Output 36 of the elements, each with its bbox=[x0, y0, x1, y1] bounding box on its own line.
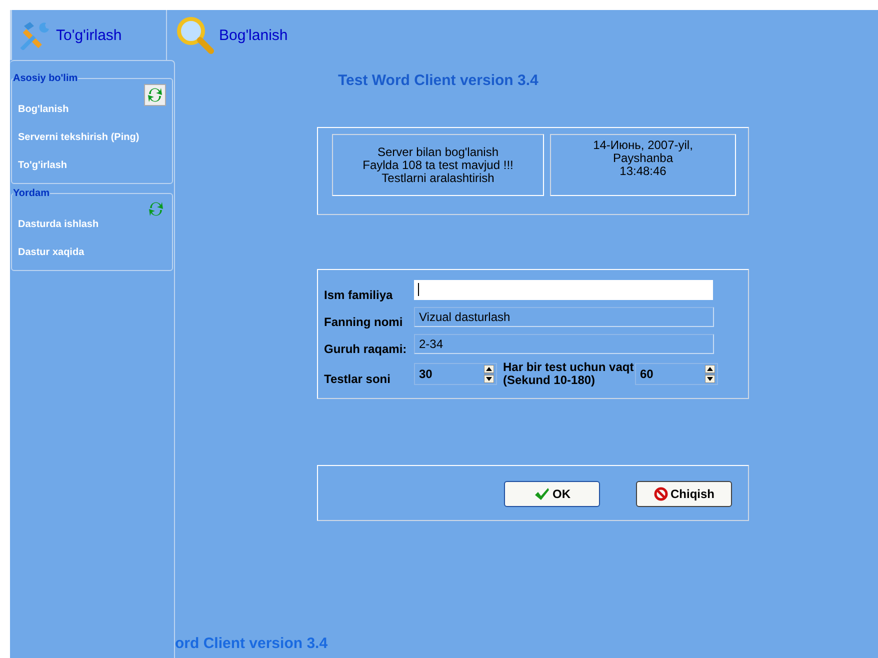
ok-button[interactable]: OK bbox=[504, 481, 600, 507]
sidebar-item[interactable]: Serverni tekshirish (Ping) bbox=[18, 132, 140, 143]
toolbar-button[interactable]: To'g'irlash bbox=[20, 20, 122, 50]
name-field[interactable] bbox=[414, 280, 713, 300]
count-spinner[interactable]: 30 bbox=[414, 363, 497, 385]
field-label: Guruh raqami: bbox=[324, 340, 408, 356]
sidebar-item[interactable]: Dasturda ishlash bbox=[18, 219, 99, 230]
field-label: Fanning nomi bbox=[324, 314, 404, 328]
subject-field[interactable]: Vizual dasturlash bbox=[414, 306, 714, 326]
group-field[interactable]: 2-34 bbox=[414, 334, 714, 354]
field-label: Testlar soni bbox=[324, 371, 392, 386]
prohibited-icon bbox=[654, 487, 668, 501]
date-text: Payshanba bbox=[612, 152, 674, 165]
app-title: Test Word Client version 3.4 bbox=[338, 72, 538, 89]
group-title: Yordam bbox=[13, 188, 50, 199]
magnifier-icon bbox=[175, 15, 215, 55]
field-label: Ism familiya bbox=[324, 286, 394, 302]
toolbar-button[interactable]: Bog'lanish bbox=[175, 15, 288, 55]
scrolling-title: ord Client version 3.4 bbox=[175, 635, 328, 652]
field-label: Har bir test uchun vaqt (Sekund 10-180) bbox=[503, 361, 635, 387]
checkmark-icon bbox=[534, 487, 550, 501]
date-text: 14-Июнь, 2007-yil, bbox=[593, 139, 693, 152]
exit-button[interactable]: Chiqish bbox=[636, 481, 732, 507]
sidebar-item[interactable]: To'g'irlash bbox=[18, 160, 68, 171]
status-text: Testlarni aralashtirish bbox=[382, 172, 494, 184]
group-title: Asosiy bo'lim bbox=[13, 73, 78, 84]
status-text: Faylda 108 ta test mavjud !!! bbox=[362, 158, 514, 172]
sidebar-item[interactable]: Dastur xaqida bbox=[18, 247, 84, 258]
date-text: 13:48:46 bbox=[620, 165, 666, 178]
refresh-icon[interactable] bbox=[144, 84, 166, 106]
tools-icon bbox=[20, 20, 52, 50]
spinner-arrows-icon[interactable] bbox=[705, 365, 715, 383]
sidebar-item[interactable]: Bog'lanish bbox=[18, 104, 69, 115]
status-text: Server bilan bog'lanish bbox=[377, 146, 499, 158]
time-spinner[interactable]: 60 bbox=[635, 363, 718, 385]
spinner-arrows-icon[interactable] bbox=[484, 365, 494, 383]
